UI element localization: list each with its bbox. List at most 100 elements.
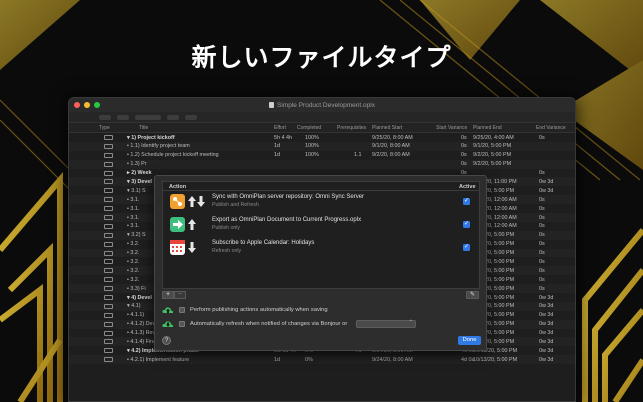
- table-row[interactable]: • 1.3) Pr 0s 9/2/20, 5:00 PM: [69, 159, 575, 169]
- done-button[interactable]: Done: [458, 336, 481, 345]
- task-start-variance: 0s: [461, 152, 467, 159]
- task-end-variance: 0s: [539, 267, 545, 274]
- task-type-icon: [104, 197, 113, 203]
- task-end-variance: 0s: [539, 205, 545, 212]
- task-effort: 1d: [274, 152, 280, 159]
- active-checkbox[interactable]: ✓: [463, 244, 470, 251]
- action-row[interactable]: Subscribe to Apple Calendar: Holidays Re…: [163, 237, 479, 260]
- task-title: • 3.2.: [127, 241, 140, 248]
- task-end-variance: 0w 3d: [539, 303, 554, 310]
- cloud-download-icon: [162, 321, 174, 327]
- task-planned-start: 9/25/20, 8:00 AM: [372, 134, 413, 141]
- task-type-icon: [104, 339, 113, 345]
- toolbar: [69, 112, 575, 123]
- task-planned-start: 9/24/20, 8:00 AM: [372, 356, 413, 363]
- task-end-variance: 0w 3d: [539, 187, 554, 194]
- task-end-variance: 0s: [539, 258, 545, 265]
- task-type-icon: [104, 321, 113, 327]
- action-subtitle: Publish only: [212, 225, 240, 231]
- task-end-variance: 0s: [539, 276, 545, 283]
- task-completed: 100%: [305, 143, 319, 150]
- minimize-window-button[interactable]: [84, 102, 90, 108]
- task-title: ▾ 1) Project kickoff: [127, 134, 175, 141]
- task-type-icon: [104, 330, 113, 336]
- arrow-down-icon: [197, 196, 205, 207]
- task-title: • 3.1.: [127, 214, 140, 221]
- task-completed: 0%: [305, 356, 313, 363]
- action-row[interactable]: Export as OmniPlan Document to Current P…: [163, 214, 479, 237]
- column-start-variance[interactable]: Start Variance: [436, 125, 467, 131]
- table-row[interactable]: • 4.2.1) Implement feature 1d 0% 9/24/20, 8…: [69, 355, 575, 365]
- task-completed: 100%: [305, 152, 319, 159]
- task-type-icon: [104, 357, 113, 363]
- column-prerequisites[interactable]: Prerequisites: [337, 125, 366, 131]
- column-action: Action: [169, 183, 187, 190]
- task-end-variance: 0s: [539, 232, 545, 239]
- table-row[interactable]: ▾ 1) Project kickoff 5h 4 4h 100% 9/25/20, …: [69, 133, 575, 142]
- column-planned-start[interactable]: Planned Start: [372, 125, 402, 131]
- action-title: Export as OmniPlan Document to Current P…: [212, 217, 362, 223]
- task-planned-end: 9/25/20, 4:00 AM: [473, 134, 514, 141]
- task-type-icon: [104, 161, 113, 167]
- task-planned-start: 9/2/20, 8:00 AM: [372, 152, 410, 159]
- column-end-variance[interactable]: End Variance: [536, 125, 566, 131]
- column-planned-end[interactable]: Planned End: [473, 125, 502, 131]
- active-checkbox[interactable]: ✓: [463, 221, 470, 228]
- column-effort[interactable]: Effort: [274, 125, 286, 131]
- toolbar-button[interactable]: [99, 114, 111, 120]
- auto-refresh-option: Automatically refresh when notified of c…: [162, 319, 417, 328]
- close-window-button[interactable]: [74, 102, 80, 108]
- actions-table-header: Action Active: [163, 182, 479, 191]
- task-title: ▾ 3) Devel: [127, 178, 152, 185]
- column-header: Type Title Effort Completed Prerequisite…: [69, 123, 575, 133]
- task-type-icon: [104, 312, 113, 318]
- task-end-variance: 0s: [539, 134, 545, 141]
- headline: 新しいファイルタイプ: [191, 43, 452, 72]
- active-checkbox[interactable]: ✓: [463, 198, 470, 205]
- auto-publish-checkbox[interactable]: [179, 307, 185, 313]
- task-type-icon: [104, 250, 113, 256]
- auto-refresh-checkbox[interactable]: [179, 321, 185, 327]
- task-title: • 4.1.1): [127, 312, 145, 319]
- task-planned-end: 10/13/20, 5:00 PM: [473, 356, 518, 363]
- task-title: • 4.2.1) Implement feature: [127, 356, 190, 363]
- toolbar-button[interactable]: [135, 114, 161, 120]
- publish-arrow: [188, 219, 196, 230]
- help-button[interactable]: ?: [162, 336, 171, 345]
- action-title: Subscribe to Apple Calendar: Holidays: [212, 240, 315, 246]
- task-title: ▾ 3.1) S: [127, 187, 146, 194]
- remove-action-button[interactable]: −: [174, 291, 186, 299]
- task-title: • 3.2.: [127, 267, 140, 274]
- task-end-variance: 0s: [539, 285, 545, 292]
- task-title: ▸ 2) Week: [127, 170, 152, 177]
- task-type-icon: [104, 223, 113, 229]
- document-icon: [269, 102, 275, 108]
- task-title: ▾ 3.2) S: [127, 232, 146, 239]
- refresh-source-popup[interactable]: [356, 319, 417, 328]
- auto-publish-option: Perform publishing actions automatically…: [162, 306, 328, 314]
- task-planned-end: 9/2/20, 5:00 PM: [473, 161, 512, 168]
- task-title: • 1.1) Identify project team: [127, 143, 190, 150]
- toolbar-button[interactable]: [167, 114, 179, 120]
- task-planned-start: 9/1/20, 8:00 AM: [372, 143, 410, 150]
- column-type[interactable]: Type: [99, 125, 110, 131]
- task-planned-end: 9/2/20, 5:00 PM: [473, 152, 512, 159]
- task-effort: 1d: [274, 143, 280, 150]
- add-action-button[interactable]: +: [162, 291, 174, 299]
- title-bar: Simple Product Development.oplx: [69, 98, 575, 112]
- task-end-variance: 0s: [539, 170, 545, 177]
- table-row[interactable]: • 1.1) Identify project team 1d 100% 9/1/20…: [69, 141, 575, 151]
- task-type-icon: [104, 206, 113, 212]
- task-start-variance: 0s: [461, 134, 467, 141]
- task-completed: 100%: [305, 134, 319, 141]
- column-title[interactable]: Title: [139, 125, 148, 131]
- toolbar-button[interactable]: [185, 114, 197, 120]
- task-effort: 5h 4 4h: [274, 134, 292, 141]
- table-row[interactable]: • 1.2) Schedule project kickoff meeting 1…: [69, 151, 575, 160]
- column-completed[interactable]: Completed: [297, 125, 321, 131]
- task-title: ▾ 4) Devel: [127, 294, 152, 301]
- zoom-window-button[interactable]: [94, 102, 100, 108]
- edit-action-button[interactable]: ✎: [466, 291, 479, 299]
- action-row[interactable]: Sync with OmniPlan server repository: Om…: [163, 191, 479, 214]
- toolbar-button[interactable]: [117, 114, 129, 120]
